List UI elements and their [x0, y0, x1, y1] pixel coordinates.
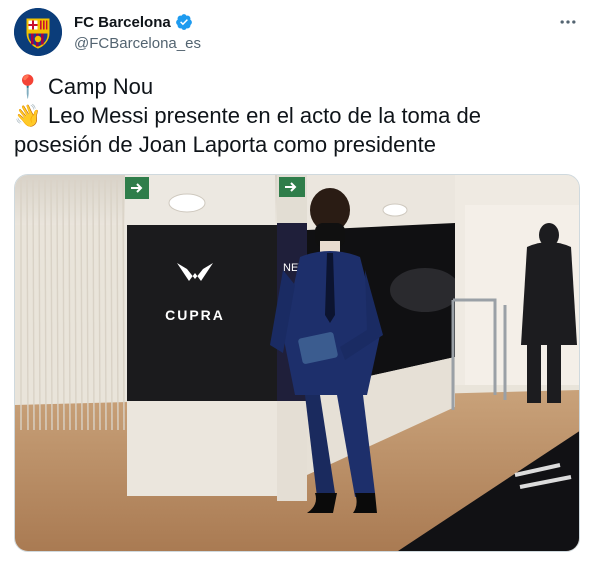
- verified-badge-icon: [175, 13, 193, 31]
- tweet-text: 📍 Camp Nou 👋 Leo Messi presente en el acto…: [14, 72, 580, 159]
- account-handle[interactable]: @FCBarcelona_es: [74, 35, 201, 52]
- tweet-line-2-text: Leo Messi presente en el acto de la toma…: [48, 103, 481, 128]
- tweet-header: FC Barcelona @FCBarcelona_es: [14, 8, 580, 60]
- cupra-sign-text: CUPRA: [165, 307, 225, 323]
- avatar[interactable]: [14, 8, 62, 56]
- fc-barcelona-crest-icon: [14, 8, 62, 56]
- tweet-line-3: posesión de Joan Laporta como presidente: [14, 132, 436, 157]
- tweet-photo[interactable]: CUPRA NEW A: [14, 174, 580, 552]
- tweet-card[interactable]: FC Barcelona @FCBarcelona_es 📍 Camp Nou 👋…: [0, 0, 590, 563]
- tweet-line-1-text: Camp Nou: [48, 74, 154, 99]
- photo-scene: CUPRA NEW A: [15, 175, 579, 551]
- tweet-line-2: 👋 Leo Messi presente en el acto de la tom…: [14, 101, 580, 130]
- waving-hand-icon: 👋: [14, 103, 42, 128]
- account-names: FC Barcelona @FCBarcelona_es: [74, 12, 201, 53]
- tweet-line-1: 📍 Camp Nou: [14, 72, 580, 101]
- more-options-icon[interactable]: [556, 10, 580, 34]
- display-name[interactable]: FC Barcelona: [74, 14, 171, 31]
- round-pushpin-icon: 📍: [14, 74, 42, 99]
